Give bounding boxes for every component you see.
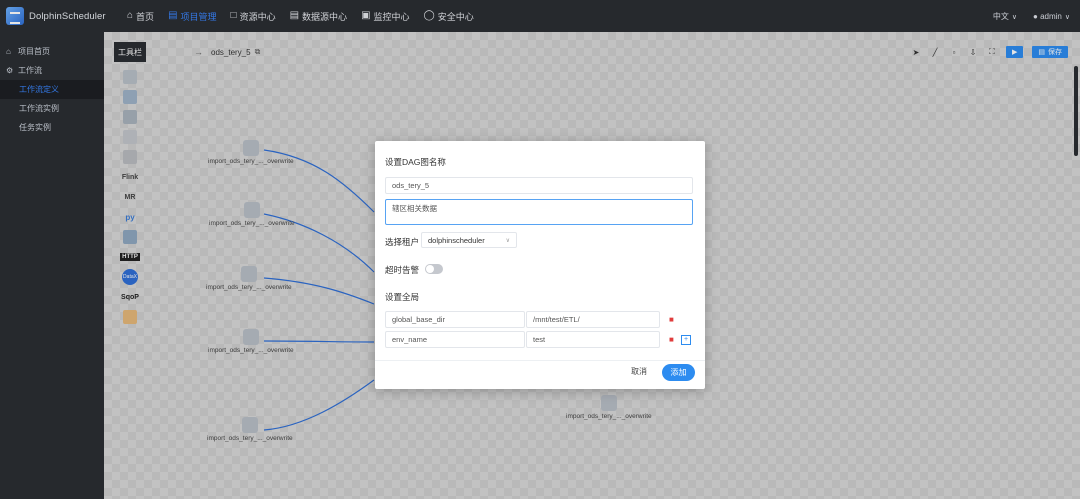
description-textarea[interactable]: 辖区相关数据 <box>385 199 693 225</box>
param-key-input[interactable]: global_base_dir <box>385 311 525 328</box>
dag-name-input[interactable]: ods_tery_5 <box>385 177 693 194</box>
param-key-input[interactable]: env_name <box>385 331 525 348</box>
param-value-input[interactable]: /mnt/test/ETL/ <box>526 311 660 328</box>
trash-icon[interactable]: ■ <box>669 315 674 324</box>
add-button[interactable]: 添加 <box>662 364 695 381</box>
modal-divider <box>375 360 705 361</box>
chevron-down-icon: ∨ <box>505 237 510 244</box>
trash-icon[interactable]: ■ <box>669 335 674 344</box>
tenant-value: dolphinscheduler <box>428 235 485 245</box>
dag-settings-modal: 设置DAG图名称 ods_tery_5 辖区相关数据 选择租户 dolphins… <box>375 141 705 389</box>
modal-title: 设置DAG图名称 <box>385 157 446 167</box>
tenant-label: 选择租户 <box>385 237 420 247</box>
timeout-label: 超时告警 <box>385 265 420 275</box>
tenant-select[interactable]: dolphinscheduler ∨ <box>421 232 517 248</box>
param-value-input[interactable]: test <box>526 331 660 348</box>
cancel-button[interactable]: 取消 <box>631 366 647 377</box>
global-params-label: 设置全局 <box>385 292 420 302</box>
timeout-toggle[interactable] <box>425 264 443 274</box>
add-param-icon[interactable]: + <box>681 335 691 345</box>
